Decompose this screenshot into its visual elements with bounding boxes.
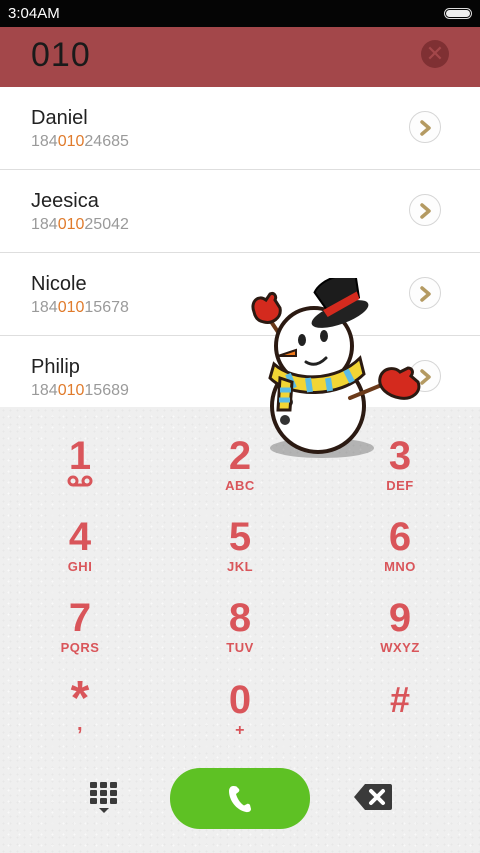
- key-hash[interactable]: #: [340, 679, 460, 759]
- contact-detail-arrow-icon[interactable]: [409, 194, 441, 226]
- match-highlight: 010: [57, 299, 85, 316]
- contact-detail-arrow-icon[interactable]: [409, 111, 441, 143]
- match-highlight: 010: [57, 133, 85, 150]
- key-9[interactable]: 9 WXYZ: [340, 597, 460, 677]
- contact-phone: 18401025042: [31, 216, 129, 233]
- clear-icon[interactable]: ✕: [421, 40, 449, 68]
- key-letters: ,: [76, 713, 84, 735]
- contact-name: Daniel: [31, 107, 88, 129]
- dial-header: 010 ✕: [0, 27, 480, 87]
- call-button[interactable]: [170, 768, 310, 829]
- keypad-grid-icon[interactable]: [88, 780, 120, 820]
- key-star[interactable]: * ,: [20, 675, 140, 759]
- key-letters: WXYZ: [380, 640, 420, 655]
- key-letters: +: [235, 722, 245, 739]
- key-digit: 7: [68, 596, 92, 640]
- key-letters: JKL: [226, 559, 254, 574]
- key-6[interactable]: 6 MNO: [340, 516, 460, 596]
- contact-phone: 18401015678: [31, 299, 129, 316]
- key-digit: 5: [228, 515, 252, 559]
- contact-row[interactable]: Daniel 18401024685: [0, 87, 480, 170]
- dialed-number[interactable]: 010: [31, 36, 91, 75]
- key-letters: ABC: [225, 478, 255, 493]
- snowman-icon: [244, 274, 424, 463]
- status-time: 3:04AM: [8, 5, 60, 22]
- key-0[interactable]: 0 +: [180, 679, 300, 759]
- key-digit: 0: [228, 678, 252, 722]
- match-highlight: 010: [57, 382, 85, 399]
- dial-pad: 1 2 ABC 3 DEF 4 GHI 5 JKL 6 MNO 7 PQRS 8…: [0, 407, 480, 853]
- backspace-icon[interactable]: [353, 782, 393, 812]
- key-1[interactable]: 1: [20, 435, 140, 515]
- key-letters: DEF: [386, 478, 414, 493]
- key-8[interactable]: 8 TUV: [180, 597, 300, 677]
- contact-row[interactable]: Jeesica 18401025042: [0, 170, 480, 253]
- key-7[interactable]: 7 PQRS: [20, 597, 140, 677]
- status-bar: 3:04AM: [0, 0, 480, 27]
- key-digit: 9: [388, 596, 412, 640]
- key-letters: PQRS: [60, 640, 100, 655]
- key-digit: #: [389, 679, 411, 720]
- key-digit: 8: [228, 596, 252, 640]
- match-highlight: 010: [57, 216, 85, 233]
- key-letters: GHI: [67, 559, 93, 574]
- key-digit: 6: [388, 515, 412, 559]
- key-letters: TUV: [226, 640, 254, 655]
- contact-phone: 18401015689: [31, 382, 129, 399]
- key-digit: 1: [68, 434, 92, 478]
- key-digit: 4: [68, 515, 92, 559]
- battery-icon: [444, 8, 472, 19]
- phone-icon: [229, 786, 251, 813]
- contact-name: Nicole: [31, 273, 87, 295]
- contact-name: Philip: [31, 356, 80, 378]
- key-letters: MNO: [384, 559, 416, 574]
- key-5[interactable]: 5 JKL: [180, 516, 300, 596]
- key-4[interactable]: 4 GHI: [20, 516, 140, 596]
- contact-name: Jeesica: [31, 190, 99, 212]
- contact-phone: 18401024685: [31, 133, 129, 150]
